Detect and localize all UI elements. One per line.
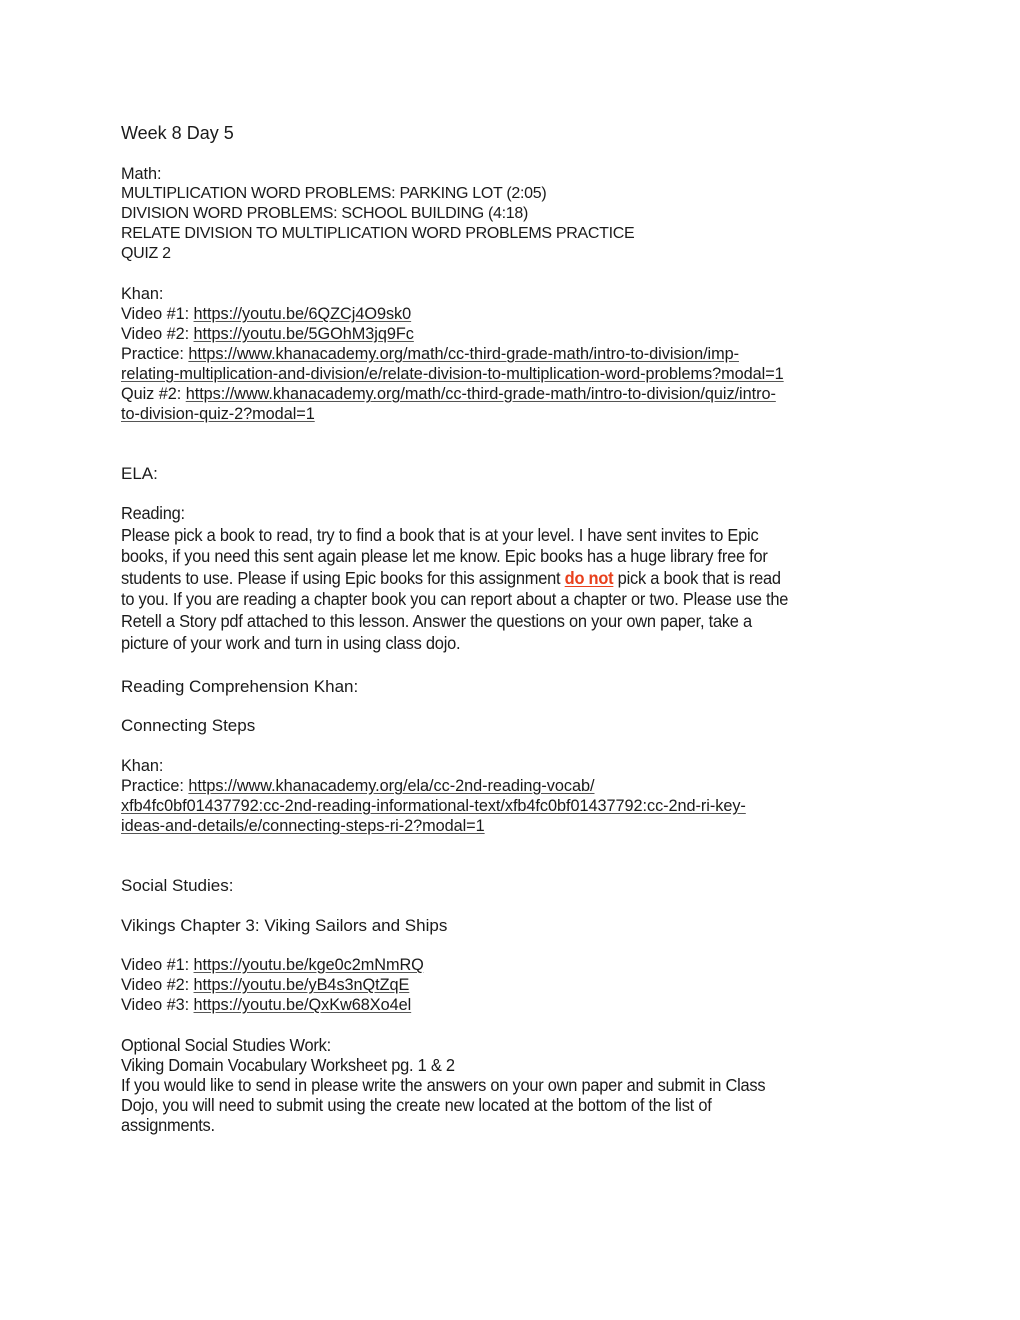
math-quiz-link[interactable]: https://www.khanacademy.org/math/cc-thir… <box>186 385 776 403</box>
reading-text: pick a book that is read <box>613 567 781 588</box>
math-video-1-link[interactable]: https://youtu.be/6QZCj4O9sk0 <box>194 305 412 323</box>
reading-paragraph-line: Please pick a book to read, try to find … <box>121 524 759 545</box>
social-studies-heading: Social Studies: <box>121 876 234 895</box>
page-title: Week 8 Day 5 <box>121 123 234 143</box>
ss-video-2-link[interactable]: https://youtu.be/yB4s3nQtZqE <box>194 976 410 994</box>
math-practice-link[interactable]: https://www.khanacademy.org/math/cc-thir… <box>188 345 739 363</box>
reading-text: students to use. Please if using Epic bo… <box>121 567 565 588</box>
math-heading: Math: <box>121 165 162 183</box>
math-quiz: Quiz #2: https://www.khanacademy.org/mat… <box>121 384 911 404</box>
reading-paragraph-line: picture of your work and turn in using c… <box>121 632 461 653</box>
ela-practice-link-continued[interactable]: ideas-and-details/e/connecting-steps-ri-… <box>121 817 485 835</box>
math-video-2-link[interactable]: https://youtu.be/5GOhM3jq9Fc <box>194 325 414 343</box>
math-item: RELATE DIVISION TO MULTIPLICATION WORD P… <box>121 225 635 242</box>
ss-video-1-link[interactable]: https://youtu.be/kge0c2mNmRQ <box>194 956 424 974</box>
comprehension-heading: Reading Comprehension Khan: <box>121 677 359 696</box>
math-item: DIVISION WORD PROBLEMS: SCHOOL BUILDING … <box>121 205 529 222</box>
ss-video-3: Video #3: https://youtu.be/QxKw68Xo4el <box>121 995 911 1015</box>
ela-practice-link[interactable]: https://www.khanacademy.org/ela/cc-2nd-r… <box>188 777 594 795</box>
reading-heading: Reading: <box>121 503 185 523</box>
ela-practice: Practice: https://www.khanacademy.org/el… <box>121 776 911 796</box>
ss-video-2: Video #2: https://youtu.be/yB4s3nQtZqE <box>121 975 911 995</box>
instructions-line: If you would like to send in please writ… <box>121 1075 766 1095</box>
ss-video-1: Video #1: https://youtu.be/kge0c2mNmRQ <box>121 955 911 975</box>
math-practice-link-continued[interactable]: relating-multiplication-and-division/e/r… <box>121 365 784 383</box>
math-item: QUIZ 2 <box>121 245 171 262</box>
math-practice: Practice: https://www.khanacademy.org/ma… <box>121 344 911 364</box>
comprehension-topic: Connecting Steps <box>121 716 256 735</box>
math-quiz-continued: to-division-quiz-2?modal=1 <box>121 404 911 424</box>
reading-paragraph-line: books, if you need this sent again pleas… <box>121 546 768 567</box>
math-video-1: Video #1: https://youtu.be/6QZCj4O9sk0 <box>121 304 911 324</box>
social-studies-videos: Video #1: https://youtu.be/kge0c2mNmRQ V… <box>121 955 911 1015</box>
ela-heading: ELA: <box>121 464 158 483</box>
video-label: Video #2: <box>121 976 194 994</box>
optional-work-section: Optional Social Studies Work: Viking Dom… <box>121 1035 914 1135</box>
social-studies-chapter: Vikings Chapter 3: Viking Sailors and Sh… <box>121 916 448 935</box>
ela-khan-heading: Khan: <box>121 757 164 775</box>
ela-practice-link-continued[interactable]: xfb4fc0bf01437792:cc-2nd-reading-informa… <box>121 797 746 815</box>
video-label: Video #1: <box>121 956 194 974</box>
practice-label: Practice: <box>121 345 189 363</box>
math-khan-heading: Khan: <box>121 285 164 303</box>
instructions-line: Dojo, you will need to submit using the … <box>121 1095 712 1115</box>
video-label: Video #2: <box>121 325 194 343</box>
math-item: MULTIPLICATION WORD PROBLEMS: PARKING LO… <box>121 185 547 202</box>
worksheet-title: Viking Domain Vocabulary Worksheet pg. 1… <box>121 1055 455 1075</box>
do-not-emphasis: do not <box>564 567 614 588</box>
ss-video-3-link[interactable]: https://youtu.be/QxKw68Xo4el <box>194 996 412 1014</box>
quiz-label: Quiz #2: <box>121 385 186 403</box>
ela-practice-continued: ideas-and-details/e/connecting-steps-ri-… <box>121 816 911 836</box>
math-section: Math: MULTIPLICATION WORD PROBLEMS: PARK… <box>121 164 911 264</box>
instructions-line: assignments. <box>121 1115 215 1135</box>
math-khan-section: Khan: Video #1: https://youtu.be/6QZCj4O… <box>121 284 911 424</box>
reading-paragraph-line: to you. If you are reading a chapter boo… <box>121 589 789 610</box>
optional-heading: Optional Social Studies Work: <box>121 1035 331 1055</box>
ela-khan-section: Khan: Practice: https://www.khanacademy.… <box>121 756 911 836</box>
video-label: Video #3: <box>121 996 194 1014</box>
ela-practice-continued: xfb4fc0bf01437792:cc-2nd-reading-informa… <box>121 796 911 816</box>
reading-section: Reading: Please pick a book to read, try… <box>121 503 914 654</box>
reading-paragraph-line: Retell a Story pdf attached to this less… <box>121 610 752 631</box>
math-quiz-link-continued[interactable]: to-division-quiz-2?modal=1 <box>121 405 315 423</box>
reading-paragraph-line: students to use. Please if using Epic bo… <box>121 568 914 590</box>
video-label: Video #1: <box>121 305 194 323</box>
math-practice-continued: relating-multiplication-and-division/e/r… <box>121 364 911 384</box>
practice-label: Practice: <box>121 777 189 795</box>
math-video-2: Video #2: https://youtu.be/5GOhM3jq9Fc <box>121 324 911 344</box>
